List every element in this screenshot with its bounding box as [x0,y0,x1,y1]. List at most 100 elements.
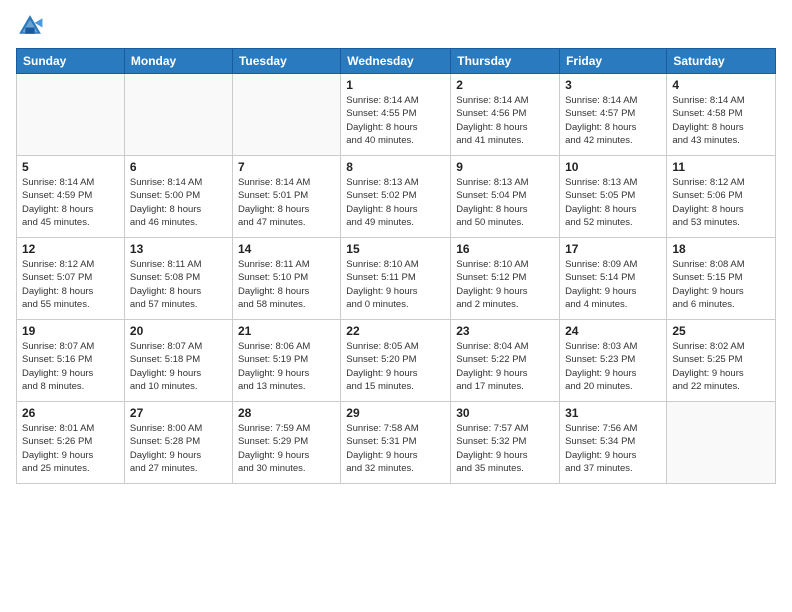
day-info: Sunrise: 8:11 AM Sunset: 5:08 PM Dayligh… [130,258,227,311]
day-info: Sunrise: 8:13 AM Sunset: 5:02 PM Dayligh… [346,176,445,229]
day-number: 9 [456,160,554,174]
day-number: 2 [456,78,554,92]
day-info: Sunrise: 7:59 AM Sunset: 5:29 PM Dayligh… [238,422,335,475]
calendar-day: 24Sunrise: 8:03 AM Sunset: 5:23 PM Dayli… [560,320,667,402]
calendar-day [17,74,125,156]
calendar-day: 21 Sunrise: 8:06 AM Sunset: 5:19 PM Dayli… [232,320,340,402]
day-info: Sunrise: 8:07 AM Sunset: 5:18 PM Dayligh… [130,340,227,393]
day-info: Sunrise: 7:57 AM Sunset: 5:32 PM Dayligh… [456,422,554,475]
calendar-day: 23 Sunrise: 8:04 AM Sunset: 5:22 PM Dayli… [451,320,560,402]
day-info: Sunrise: 8:04 AM Sunset: 5:22 PM Dayligh… [456,340,554,393]
calendar-week-3: 12 Sunrise: 8:12 AM Sunset: 5:07 PM Dayli… [17,238,776,320]
calendar-day: 1 Sunrise: 8:14 AM Sunset: 4:55 PM Daylig… [341,74,451,156]
day-info: Sunrise: 8:00 AM Sunset: 5:28 PM Dayligh… [130,422,227,475]
day-number: 20 [130,324,227,338]
calendar-header-monday: Monday [124,49,232,74]
calendar-header-sunday: Sunday [17,49,125,74]
day-info: Sunrise: 8:14 AM Sunset: 4:59 PM Dayligh… [22,176,119,229]
calendar-day: 10Sunrise: 8:13 AM Sunset: 5:05 PM Dayli… [560,156,667,238]
calendar-day: 30Sunrise: 7:57 AM Sunset: 5:32 PM Dayli… [451,402,560,484]
day-number: 31 [565,406,661,420]
day-number: 28 [238,406,335,420]
day-info: Sunrise: 8:11 AM Sunset: 5:10 PM Dayligh… [238,258,335,311]
calendar-header-row: SundayMondayTuesdayWednesdayThursdayFrid… [17,49,776,74]
day-info: Sunrise: 8:14 AM Sunset: 5:00 PM Dayligh… [130,176,227,229]
day-info: Sunrise: 8:14 AM Sunset: 4:58 PM Dayligh… [672,94,770,147]
logo-icon [16,12,44,40]
day-info: Sunrise: 8:02 AM Sunset: 5:25 PM Dayligh… [672,340,770,393]
calendar-week-4: 19 Sunrise: 8:07 AM Sunset: 5:16 PM Dayli… [17,320,776,402]
calendar-day: 6Sunrise: 8:14 AM Sunset: 5:00 PM Daylig… [124,156,232,238]
calendar-day [667,402,776,484]
day-info: Sunrise: 8:14 AM Sunset: 4:57 PM Dayligh… [565,94,661,147]
day-number: 12 [22,242,119,256]
calendar-day: 31 Sunrise: 7:56 AM Sunset: 5:34 PM Dayli… [560,402,667,484]
calendar-day [232,74,340,156]
calendar-week-2: 5 Sunrise: 8:14 AM Sunset: 4:59 PM Daylig… [17,156,776,238]
calendar-day: 4 Sunrise: 8:14 AM Sunset: 4:58 PM Daylig… [667,74,776,156]
day-info: Sunrise: 8:13 AM Sunset: 5:04 PM Dayligh… [456,176,554,229]
day-info: Sunrise: 8:10 AM Sunset: 5:12 PM Dayligh… [456,258,554,311]
day-number: 29 [346,406,445,420]
calendar-day [124,74,232,156]
day-info: Sunrise: 8:10 AM Sunset: 5:11 PM Dayligh… [346,258,445,311]
day-info: Sunrise: 8:07 AM Sunset: 5:16 PM Dayligh… [22,340,119,393]
calendar-day: 9 Sunrise: 8:13 AM Sunset: 5:04 PM Daylig… [451,156,560,238]
day-number: 19 [22,324,119,338]
calendar-day: 13 Sunrise: 8:11 AM Sunset: 5:08 PM Dayli… [124,238,232,320]
day-number: 11 [672,160,770,174]
day-number: 5 [22,160,119,174]
calendar-day: 8Sunrise: 8:13 AM Sunset: 5:02 PM Daylig… [341,156,451,238]
day-number: 7 [238,160,335,174]
day-number: 21 [238,324,335,338]
day-number: 1 [346,78,445,92]
calendar-day: 15 Sunrise: 8:10 AM Sunset: 5:11 PM Dayli… [341,238,451,320]
day-info: Sunrise: 8:08 AM Sunset: 5:15 PM Dayligh… [672,258,770,311]
calendar-day: 5 Sunrise: 8:14 AM Sunset: 4:59 PM Daylig… [17,156,125,238]
day-info: Sunrise: 8:14 AM Sunset: 4:55 PM Dayligh… [346,94,445,147]
logo [16,12,48,40]
calendar-header-friday: Friday [560,49,667,74]
calendar-day: 3 Sunrise: 8:14 AM Sunset: 4:57 PM Daylig… [560,74,667,156]
day-number: 15 [346,242,445,256]
calendar-week-1: 1 Sunrise: 8:14 AM Sunset: 4:55 PM Daylig… [17,74,776,156]
calendar-header-saturday: Saturday [667,49,776,74]
calendar-day: 17 Sunrise: 8:09 AM Sunset: 5:14 PM Dayli… [560,238,667,320]
calendar-day: 29Sunrise: 7:58 AM Sunset: 5:31 PM Dayli… [341,402,451,484]
calendar-day: 27 Sunrise: 8:00 AM Sunset: 5:28 PM Dayli… [124,402,232,484]
day-number: 16 [456,242,554,256]
day-number: 14 [238,242,335,256]
calendar-day: 2 Sunrise: 8:14 AM Sunset: 4:56 PM Daylig… [451,74,560,156]
day-info: Sunrise: 8:14 AM Sunset: 5:01 PM Dayligh… [238,176,335,229]
day-number: 26 [22,406,119,420]
calendar-day: 7 Sunrise: 8:14 AM Sunset: 5:01 PM Daylig… [232,156,340,238]
day-number: 13 [130,242,227,256]
calendar-header-tuesday: Tuesday [232,49,340,74]
day-number: 3 [565,78,661,92]
day-info: Sunrise: 8:09 AM Sunset: 5:14 PM Dayligh… [565,258,661,311]
day-number: 18 [672,242,770,256]
calendar-day: 18 Sunrise: 8:08 AM Sunset: 5:15 PM Dayli… [667,238,776,320]
day-info: Sunrise: 7:56 AM Sunset: 5:34 PM Dayligh… [565,422,661,475]
day-info: Sunrise: 8:12 AM Sunset: 5:07 PM Dayligh… [22,258,119,311]
day-info: Sunrise: 8:12 AM Sunset: 5:06 PM Dayligh… [672,176,770,229]
calendar-day: 20 Sunrise: 8:07 AM Sunset: 5:18 PM Dayli… [124,320,232,402]
day-number: 4 [672,78,770,92]
calendar-header-wednesday: Wednesday [341,49,451,74]
day-number: 22 [346,324,445,338]
calendar-header-thursday: Thursday [451,49,560,74]
calendar-table: SundayMondayTuesdayWednesdayThursdayFrid… [16,48,776,484]
day-info: Sunrise: 8:14 AM Sunset: 4:56 PM Dayligh… [456,94,554,147]
calendar-day: 16 Sunrise: 8:10 AM Sunset: 5:12 PM Dayli… [451,238,560,320]
calendar-day: 12 Sunrise: 8:12 AM Sunset: 5:07 PM Dayli… [17,238,125,320]
day-number: 27 [130,406,227,420]
calendar-week-5: 26 Sunrise: 8:01 AM Sunset: 5:26 PM Dayli… [17,402,776,484]
calendar-day: 14 Sunrise: 8:11 AM Sunset: 5:10 PM Dayli… [232,238,340,320]
day-info: Sunrise: 8:06 AM Sunset: 5:19 PM Dayligh… [238,340,335,393]
day-number: 17 [565,242,661,256]
calendar-day: 26 Sunrise: 8:01 AM Sunset: 5:26 PM Dayli… [17,402,125,484]
day-info: Sunrise: 8:05 AM Sunset: 5:20 PM Dayligh… [346,340,445,393]
calendar-day: 19 Sunrise: 8:07 AM Sunset: 5:16 PM Dayli… [17,320,125,402]
day-number: 23 [456,324,554,338]
day-info: Sunrise: 8:01 AM Sunset: 5:26 PM Dayligh… [22,422,119,475]
